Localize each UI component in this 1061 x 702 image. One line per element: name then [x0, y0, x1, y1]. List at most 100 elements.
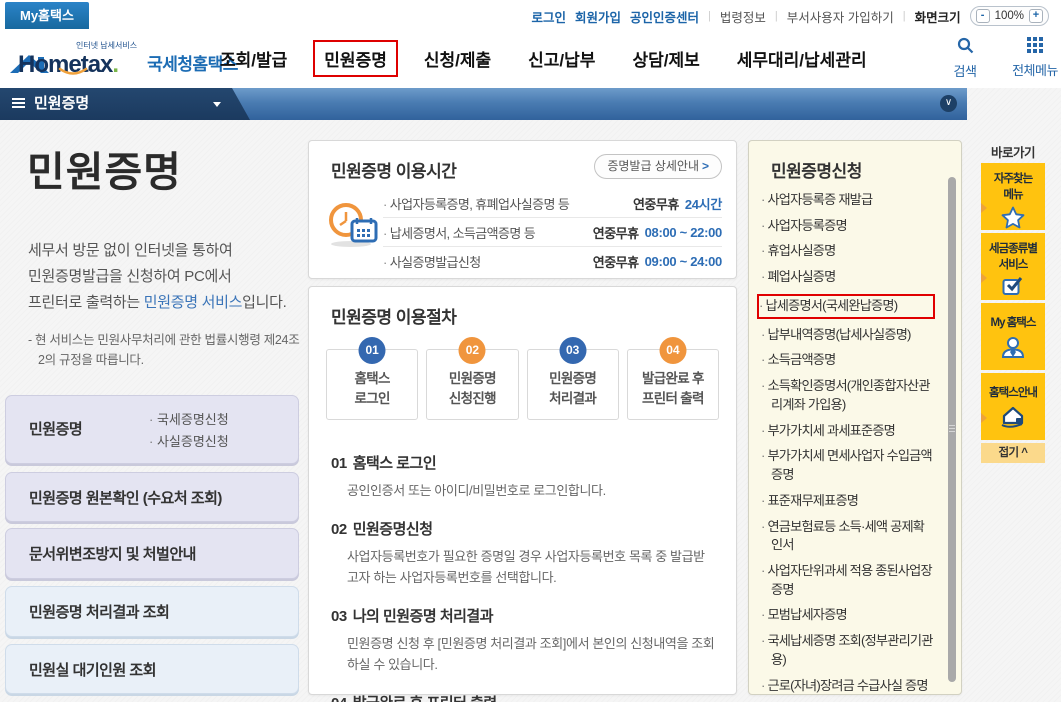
cert-panel-title: 민원증명신청	[771, 162, 862, 181]
main-content: 민원증명 ∨ 민원증명 세무서 방문 없이 인터넷을 통하여 민원증명발급을 신…	[0, 88, 1061, 702]
left-menu-title: 민원증명	[29, 421, 83, 438]
cert-item[interactable]: 부가가치세 과세표준증명	[761, 422, 933, 441]
quick-collapse-button[interactable]: 접기 ^	[981, 443, 1045, 463]
nav-consult-report[interactable]: 상담/제보	[632, 46, 699, 71]
lnb-menu-title[interactable]: 민원증명	[34, 88, 89, 120]
cert-item[interactable]: 폐업사실증명	[761, 268, 933, 287]
left-menu-result-inquiry[interactable]: 민원증명 처리결과 조회	[5, 586, 299, 637]
left-arrow-icon	[981, 203, 987, 213]
cert-item[interactable]: 표준재무제표증명	[761, 492, 933, 511]
step-card-print: 04 발급완료 후 프린터 출력	[626, 337, 719, 420]
quick-sidebar: 바로가기 자주찾는 메뉴 세금종류별 서비스 My 홈택스 홈택스안내 접기 ^	[981, 142, 1045, 463]
person-icon	[981, 335, 1045, 364]
all-menu-label: 전체메뉴	[1012, 63, 1058, 78]
certificate-center-link[interactable]: 공인인증센터	[630, 7, 699, 26]
nav-civil-certificate[interactable]: 민원증명	[313, 40, 398, 77]
left-menu-sublinks: 국세증명신청 사실증명신청	[149, 409, 229, 453]
quick-tax-type-services[interactable]: 세금종류별 서비스	[981, 233, 1045, 300]
cert-item[interactable]: 사업자등록증명	[761, 217, 933, 236]
cert-item[interactable]: 모범납세자증명	[761, 606, 933, 625]
top-utility-bar: My홈택스 로그인 회원가입 공인인증센터 | 법령정보 | 부서사용자 가입하…	[0, 0, 1061, 29]
usage-steps-panel: 민원증명 이용절차 01 홈택스 로그인 02 민원증명 신청진행 03 민원증…	[308, 286, 737, 702]
login-link[interactable]: 로그인	[531, 7, 566, 26]
home-icon	[981, 405, 1045, 434]
step-description: 02 민원증명신청 사업자등록번호가 필요한 증명일 경우 사업자등록번호 목록 …	[331, 521, 705, 586]
cert-item[interactable]: 소득금액증명	[761, 351, 933, 370]
hometax-logo[interactable]: 인터넷 납세서비스 Hometax. 국세청홈택스	[8, 35, 238, 77]
cert-item[interactable]: 부가가치세 면세사업자 수입금액증명	[761, 447, 933, 484]
cert-item-tax-payment-highlighted[interactable]: 납세증명서(국세완납증명)	[757, 293, 935, 319]
cert-item[interactable]: 사업자등록증 재발급	[761, 191, 933, 210]
step-descriptions: 01 홈택스 로그인 공인인증서 또는 아이디/비밀번호로 로그인합니다. 02 민…	[331, 452, 716, 702]
service-note: - 현 서비스는 민원사무처리에 관한 법률시행령 제24조2의 규정을 따릅니…	[28, 333, 300, 367]
quick-my-hometax[interactable]: My 홈택스	[981, 303, 1045, 370]
step-number-badge: 04	[659, 337, 687, 364]
search-icon	[957, 37, 973, 54]
cert-item[interactable]: 근로(자녀)장려금 수급사실 증명	[761, 677, 933, 694]
nav-inquiry-issue[interactable]: 조회/발급	[220, 46, 287, 71]
search-button[interactable]: 검색	[939, 37, 991, 80]
step-card-result: 03 민원증명 처리결과	[526, 337, 619, 420]
usage-time-panel: 민원증명 이용시간 증명발급 상세안내 > · 사업자등록증명, 휴폐업사실증명…	[308, 140, 737, 279]
left-arrow-icon	[981, 273, 987, 283]
header: 인터넷 납세서비스 Hometax. 국세청홈택스 조회/발급 민원증명 신청/…	[0, 29, 1061, 88]
step-description: 03 나의 민원증명 처리결과 민원증명 신청 후 [민원증명 처리결과 조회]에…	[331, 608, 715, 673]
usage-time-rows: 사업자등록증명, 휴폐업사실증명 등 연중무휴 24시간 납세증명서, 소득금액…	[383, 189, 722, 276]
step-card-login: 01 홈택스 로그인	[326, 337, 419, 420]
zoom-out-button[interactable]: -	[975, 9, 990, 23]
left-menu-civil-certificate[interactable]: 민원증명 국세증명신청 사실증명신청	[5, 395, 299, 464]
step-card-apply: 02 민원증명 신청진행	[426, 337, 519, 420]
search-label: 검색	[953, 64, 977, 79]
quick-hometax-guide[interactable]: 홈택스안내	[981, 373, 1045, 440]
step-cards: 01 홈택스 로그인 02 민원증명 신청진행 03 민원증명 처리결과 04 …	[326, 337, 719, 420]
law-info-link[interactable]: 법령정보	[720, 7, 766, 26]
cert-scrollbar-thumb[interactable]	[948, 177, 956, 682]
step-number-badge: 02	[458, 337, 486, 364]
time-row: 사실증명발급신청 연중무휴 09:00 ~ 24:00	[383, 247, 723, 276]
left-arrow-icon	[981, 413, 987, 423]
divider: |	[774, 10, 778, 22]
checkbox-icon	[981, 276, 1045, 301]
cert-application-panel: 민원증명신청 사업자등록증 재발급 사업자등록증명 휴업사실증명 폐업사실증명 …	[748, 140, 962, 695]
cert-item[interactable]: 연금보험료등 소득·세액 공제확인서	[761, 518, 933, 555]
quick-sidebar-title: 바로가기	[990, 146, 1036, 160]
left-menu-original-check[interactable]: 민원증명 원본확인 (수요처 조회)	[5, 472, 299, 522]
hamburger-icon[interactable]	[12, 98, 25, 109]
nav-apply-submit[interactable]: 신청/제출	[424, 46, 491, 71]
nav-tax-agent[interactable]: 세무대리/납세관리	[737, 46, 867, 71]
sub-fact-cert-link[interactable]: 사실증명신청	[149, 431, 229, 453]
grid-menu-icon	[1027, 37, 1043, 53]
lnb-dropdown-caret-icon[interactable]	[213, 102, 221, 107]
cert-item[interactable]: 납부내역증명(납세사실증명)	[761, 326, 933, 345]
cert-item[interactable]: 국세납세증명 조회(정부관리기관용)	[761, 632, 933, 669]
issue-detail-button[interactable]: 증명발급 상세안내 >	[594, 154, 722, 179]
swoosh-icon	[58, 57, 88, 81]
dept-user-signup-link[interactable]: 부서사용자 가입하기	[787, 7, 894, 26]
usage-time-title: 민원증명 이용시간	[331, 162, 457, 181]
my-hometax-tab[interactable]: My홈택스	[5, 2, 89, 29]
step-description: 04발급완료 후 프린터 출력	[331, 692, 716, 702]
zoom-control: - 100% +	[969, 6, 1049, 26]
cert-item[interactable]: 휴업사실증명	[761, 242, 933, 261]
zoom-in-button[interactable]: +	[1029, 9, 1043, 23]
divider: |	[902, 10, 906, 22]
step-description: 01 홈택스 로그인 공인인증서 또는 아이디/비밀번호로 로그인합니다.	[331, 455, 606, 498]
quick-favorite-menu[interactable]: 자주찾는 메뉴	[981, 163, 1045, 230]
time-row: 납세증명서, 소득금액증명 등 연중무휴 08:00 ~ 22:00	[383, 218, 722, 247]
page-description: 세무서 방문 없이 인터넷을 통하여 민원증명발급을 신청하여 PC에서 프린터…	[28, 242, 287, 311]
brand-text: 인터넷 납세서비스 Hometax.	[14, 35, 137, 77]
time-row: 사업자등록증명, 휴폐업사실증명 등 연중무휴 24시간	[383, 189, 722, 218]
sub-national-cert-link[interactable]: 국세증명신청	[149, 409, 229, 431]
lnb-collapse-button[interactable]: ∨	[940, 95, 957, 112]
signup-link[interactable]: 회원가입	[575, 7, 621, 26]
top-links: 로그인 회원가입 공인인증센터 | 법령정보 | 부서사용자 가입하기 | 화면…	[531, 6, 1049, 26]
nav-report-pay[interactable]: 신고/납부	[528, 46, 595, 71]
cert-item[interactable]: 사업자단위과세 적용 종된사업장 증명	[761, 562, 933, 599]
page-title: 민원증명	[27, 149, 182, 195]
left-menu-forgery-prevention[interactable]: 문서위변조방지 및 처벌안내	[5, 528, 299, 579]
zoom-level: 100%	[994, 10, 1024, 22]
left-menu-waiting-count[interactable]: 민원실 대기인원 조회	[5, 644, 299, 694]
all-menu-button[interactable]: 전체메뉴	[1009, 37, 1061, 80]
cert-item[interactable]: 소득확인증명서(개인종합자산관리계좌 가입용)	[761, 377, 933, 414]
step-number-badge: 03	[559, 337, 587, 364]
